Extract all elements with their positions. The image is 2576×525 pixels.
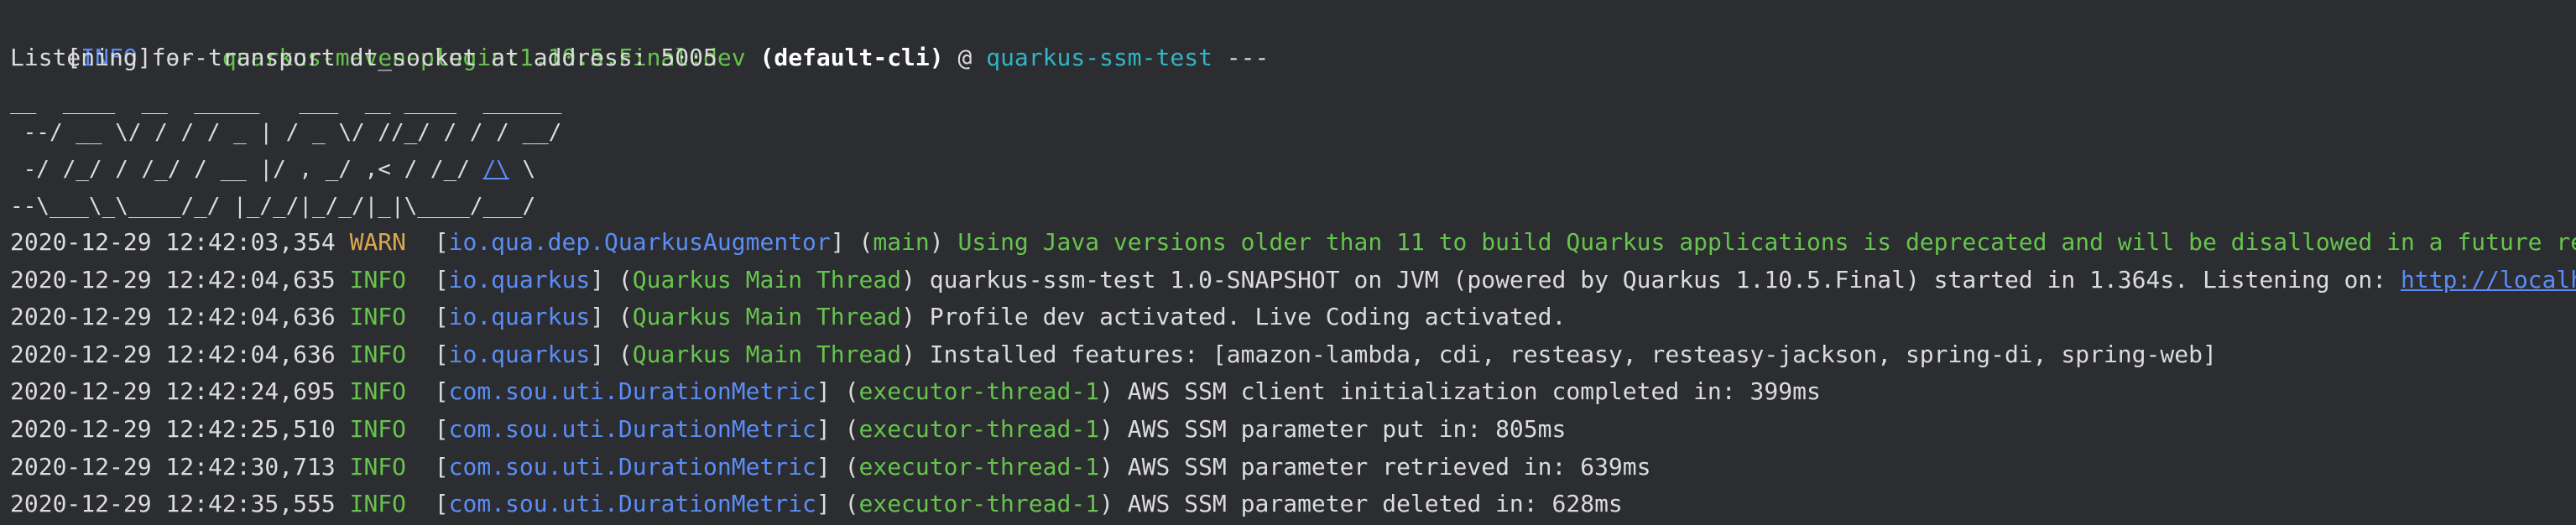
log-logger: io.quarkus <box>448 340 591 368</box>
banner-link[interactable]: /\ <box>483 157 509 182</box>
banner-line-4: --\___\_\____/_/ |_/_/|_/_/|_|\____/___/ <box>10 194 536 219</box>
log-timestamp: 2020-12-29 12:42:03,354 <box>10 228 336 256</box>
punctuation: ] ( <box>816 377 859 406</box>
punctuation: ) <box>1099 415 1128 443</box>
punctuation <box>336 490 350 517</box>
banner-line-2: --/ __ \/ / / / _ | / _ \/ //_/ / / / __… <box>10 120 562 145</box>
log-level: INFO <box>349 415 407 443</box>
punctuation: ) <box>1099 377 1128 406</box>
log-line: 2020-12-29 12:42:04,635 INFO [io.quarkus… <box>10 262 2576 299</box>
punctuation: ] ( <box>816 490 859 518</box>
at-sign: @ <box>943 44 987 71</box>
log-logger: com.sou.uti.DurationMetric <box>448 377 816 406</box>
log-level: INFO <box>349 377 407 406</box>
log-message: Installed features: [amazon-lambda, cdi,… <box>929 340 2217 368</box>
log-timestamp: 2020-12-29 12:42:25,510 <box>10 415 336 443</box>
punctuation <box>336 453 350 481</box>
log-thread: executor-thread-1 <box>858 377 1100 406</box>
log-line: 2020-12-29 12:42:04,636 INFO [io.quarkus… <box>10 336 2217 373</box>
log-timestamp: 2020-12-29 12:42:35,555 <box>10 490 336 518</box>
execution-id: (default-cli) <box>759 44 944 71</box>
punctuation: [ <box>406 265 449 294</box>
log-line: 2020-12-29 12:42:04,636 INFO [io.quarkus… <box>10 299 1566 335</box>
log-timestamp: 2020-12-29 12:42:24,695 <box>10 377 336 406</box>
log-message: Profile dev activated. Live Coding activ… <box>929 303 1567 331</box>
punctuation: ] ( <box>816 415 859 443</box>
transport-line: Listening for transport dt_socket at add… <box>10 44 717 71</box>
log-line: 2020-12-29 12:42:03,354 WARN [io.qua.dep… <box>10 224 2576 261</box>
log-thread: main <box>873 228 930 256</box>
punctuation: ) <box>1099 452 1128 481</box>
log-logger: com.sou.uti.DurationMetric <box>448 415 816 443</box>
log-line: 2020-12-29 12:42:30,713 INFO [com.sou.ut… <box>10 449 1651 486</box>
punctuation: ] ( <box>816 452 859 481</box>
log-timestamp: 2020-12-29 12:42:04,636 <box>10 303 336 331</box>
log-level: WARN <box>349 228 407 256</box>
log-level: INFO <box>349 340 407 368</box>
log-logger: com.sou.uti.DurationMetric <box>448 452 816 481</box>
project-name: quarkus-ssm-test <box>986 44 1212 71</box>
log-thread: executor-thread-1 <box>858 490 1100 518</box>
log-thread: Quarkus Main Thread <box>632 303 902 331</box>
punctuation: [ <box>406 377 449 406</box>
log-line: 2020-12-29 12:42:24,695 INFO [com.sou.ut… <box>10 373 1821 410</box>
punctuation: ) <box>901 265 930 294</box>
log-message: AWS SSM parameter deleted in: 628ms <box>1127 490 1623 518</box>
banner-line-3: -/ /_/ / /_/ / __ |/ , _/ ,< / /_/ /\ \ <box>10 151 536 188</box>
log-logger: io.quarkus <box>448 265 591 294</box>
punctuation: ) <box>901 340 930 368</box>
log-thread: executor-thread-1 <box>858 452 1100 481</box>
punctuation: [ <box>406 303 449 331</box>
log-timestamp: 2020-12-29 12:42:04,635 <box>10 265 336 294</box>
log-timestamp: 2020-12-29 12:42:04,636 <box>10 340 336 368</box>
banner-line-3-text: -/ /_/ / /_/ / __ |/ , _/ ,< / /_/ <box>10 157 483 182</box>
punctuation <box>336 228 350 256</box>
log-thread: Quarkus Main Thread <box>632 340 902 368</box>
punctuation: ] ( <box>830 228 873 256</box>
log-thread: Quarkus Main Thread <box>632 265 902 294</box>
punctuation: [ <box>406 340 449 368</box>
log-line: 2020-12-29 12:42:35,555 INFO [com.sou.ut… <box>10 486 1623 522</box>
banner-line-3-tail: \ <box>508 157 536 182</box>
punctuation <box>336 266 350 294</box>
punctuation: ] ( <box>590 265 633 294</box>
punctuation: [ <box>406 490 449 518</box>
punctuation: ] ( <box>590 303 633 331</box>
log-message: AWS SSM parameter put in: 805ms <box>1127 415 1567 443</box>
log-message: AWS SSM parameter retrieved in: 639ms <box>1127 452 1651 481</box>
log-level: INFO <box>349 452 407 481</box>
log-level: INFO <box>349 490 407 518</box>
log-link[interactable]: http://localhost:8080 <box>2401 266 2576 294</box>
console-output[interactable]: [INFO] --- quarkus-maven-plugin:1.10.5.F… <box>10 0 2576 525</box>
log-thread: executor-thread-1 <box>858 415 1100 443</box>
log-line: 2020-12-29 12:42:25,510 INFO [com.sou.ut… <box>10 411 1566 448</box>
punctuation: [ <box>406 228 449 256</box>
log-level: INFO <box>349 265 407 294</box>
punctuation: ) <box>1099 490 1128 518</box>
punctuation: ) <box>929 228 958 256</box>
log-message: Using Java versions older than 11 to bui… <box>957 228 2576 256</box>
punctuation <box>336 303 350 330</box>
punctuation <box>336 415 350 443</box>
log-level: INFO <box>349 303 407 331</box>
log-logger: io.qua.dep.QuarkusAugmentor <box>448 228 831 256</box>
punctuation: ) <box>901 303 930 331</box>
log-timestamp: 2020-12-29 12:42:30,713 <box>10 452 336 481</box>
log-message: AWS SSM client initialization completed … <box>1127 377 1821 406</box>
punctuation <box>336 377 350 405</box>
log-logger: com.sou.uti.DurationMetric <box>448 490 816 518</box>
punctuation: [ <box>406 452 449 481</box>
maven-header-line: [INFO] --- quarkus-maven-plugin:1.10.5.F… <box>10 3 1269 71</box>
separator-dashes: --- <box>1212 44 1270 71</box>
punctuation: [ <box>406 415 449 443</box>
punctuation <box>336 340 350 368</box>
log-logger: io.quarkus <box>448 303 591 331</box>
punctuation: ] ( <box>590 340 633 368</box>
log-message: quarkus-ssm-test 1.0-SNAPSHOT on JVM (po… <box>929 265 2401 294</box>
